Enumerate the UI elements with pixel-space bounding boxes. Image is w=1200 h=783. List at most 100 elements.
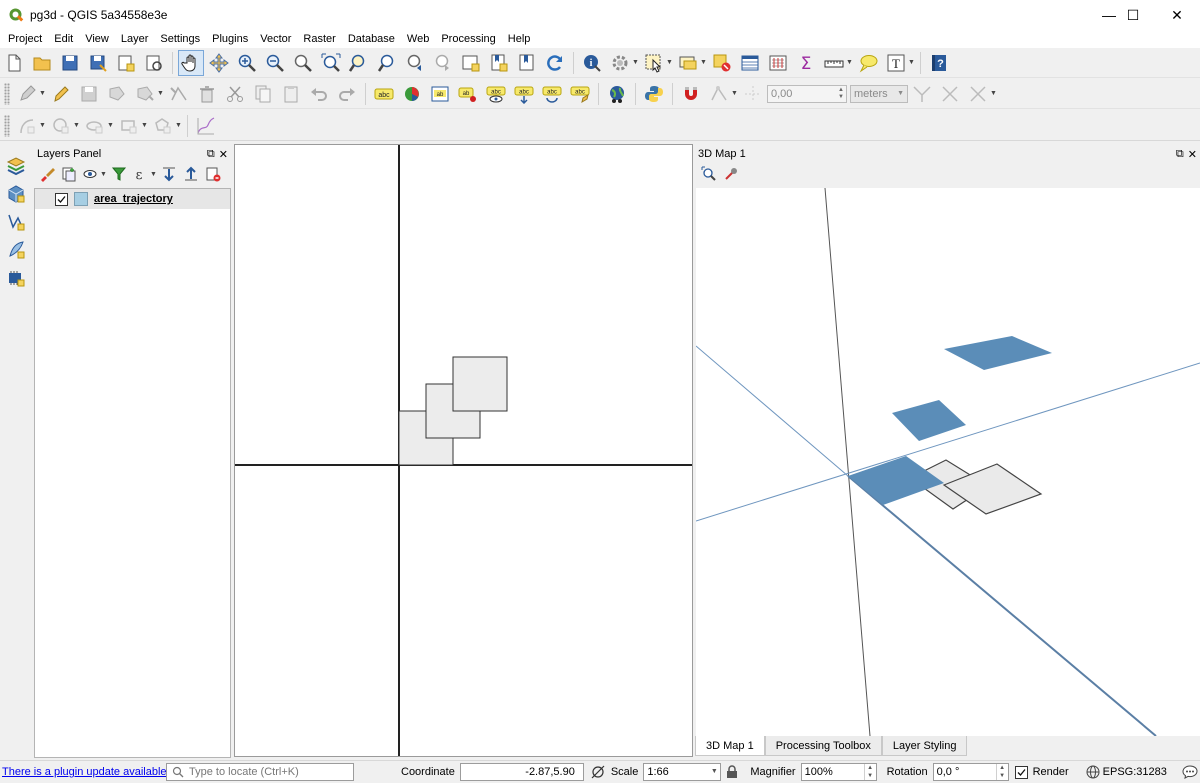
- text-annotation-button[interactable]: T: [883, 50, 909, 76]
- chevron-down-icon[interactable]: ▼: [990, 90, 998, 97]
- menu-web[interactable]: Web: [401, 30, 435, 48]
- add-regular-polygon-button[interactable]: [150, 113, 176, 139]
- chevron-down-icon[interactable]: ▼: [39, 122, 47, 129]
- change-label-button[interactable]: abc: [567, 81, 593, 107]
- zoom-selection-button[interactable]: [346, 50, 372, 76]
- select-features-button[interactable]: [641, 50, 667, 76]
- polygon-feature-3d[interactable]: [848, 456, 944, 505]
- spin-arrows-icon[interactable]: ▲ ▼: [995, 764, 1008, 780]
- chevron-down-icon[interactable]: ▼: [157, 90, 165, 97]
- show-bookmarks-button[interactable]: [514, 50, 540, 76]
- snapping-mode-button[interactable]: [706, 81, 732, 107]
- chevron-down-icon[interactable]: ▼: [141, 122, 149, 129]
- chevron-down-icon[interactable]: ▼: [175, 122, 183, 129]
- zoom-full-3d-button[interactable]: [699, 164, 719, 184]
- deselect-all-button[interactable]: [709, 50, 735, 76]
- new-spatialite-layer-button[interactable]: [3, 237, 29, 263]
- menu-plugins[interactable]: Plugins: [206, 30, 254, 48]
- layer-labeling-button[interactable]: abc: [371, 81, 397, 107]
- crs-label[interactable]: EPSG:31283: [1103, 766, 1167, 778]
- polygon-feature-3d[interactable]: [944, 336, 1052, 370]
- chevron-down-icon[interactable]: ▼: [39, 90, 47, 97]
- add-ellipse-button[interactable]: [82, 113, 108, 139]
- move-feature-button[interactable]: [132, 81, 158, 107]
- pan-map-button[interactable]: [178, 49, 204, 76]
- chevron-down-icon[interactable]: ▼: [908, 59, 916, 66]
- close-button[interactable]: ✕: [1154, 0, 1200, 30]
- new-memory-layer-button[interactable]: [3, 265, 29, 291]
- rotation-spinbox[interactable]: 0,0 ° ▲ ▼: [932, 763, 1009, 781]
- filter-legend-button[interactable]: [109, 164, 129, 184]
- digitize-with-curve-button[interactable]: [193, 113, 219, 139]
- chevron-down-icon[interactable]: ▼: [666, 59, 674, 66]
- float-panel-icon[interactable]: ⧉: [207, 148, 215, 161]
- identify-button[interactable]: i: [579, 50, 605, 76]
- menu-edit[interactable]: Edit: [48, 30, 79, 48]
- coordinate-field[interactable]: -2.87,5.90: [459, 763, 584, 781]
- menu-settings[interactable]: Settings: [154, 30, 206, 48]
- statistics-button[interactable]: Σ: [793, 50, 819, 76]
- add-circle-button[interactable]: [48, 113, 74, 139]
- float-panel-icon[interactable]: ⧉: [1176, 148, 1184, 161]
- zoom-in-button[interactable]: [234, 50, 260, 76]
- map3d-view[interactable]: [696, 188, 1200, 736]
- toolbar-handle[interactable]: [4, 82, 10, 105]
- layer-tree-item[interactable]: area_trajectory: [35, 189, 230, 209]
- pan-to-selection-button[interactable]: [206, 50, 232, 76]
- copy-features-button[interactable]: [250, 81, 276, 107]
- attribute-table-button[interactable]: [737, 50, 763, 76]
- identify-3d-button[interactable]: [721, 164, 741, 184]
- new-bookmark-button[interactable]: [486, 50, 512, 76]
- chevron-down-icon[interactable]: ▼: [700, 59, 708, 66]
- polygon-feature-3d[interactable]: [892, 400, 966, 441]
- python-console-button[interactable]: [641, 81, 667, 107]
- globe-icon[interactable]: [1086, 765, 1100, 779]
- chevron-down-icon[interactable]: ▼: [107, 122, 115, 129]
- menu-database[interactable]: Database: [342, 30, 401, 48]
- menu-raster[interactable]: Raster: [297, 30, 341, 48]
- save-edits-button[interactable]: [76, 81, 102, 107]
- collapse-all-button[interactable]: [181, 164, 201, 184]
- snapping-type-button[interactable]: [740, 81, 766, 107]
- select-by-value-button[interactable]: [675, 50, 701, 76]
- add-rectangle-button[interactable]: [116, 113, 142, 139]
- chevron-down-icon[interactable]: ▼: [846, 59, 854, 66]
- zoom-out-button[interactable]: [262, 50, 288, 76]
- menu-layer[interactable]: Layer: [115, 30, 155, 48]
- chevron-down-icon[interactable]: ▼: [731, 90, 739, 97]
- chevron-down-icon[interactable]: ▼: [150, 171, 158, 178]
- zoom-layer-button[interactable]: [374, 50, 400, 76]
- layer-diagram-button[interactable]: [399, 81, 425, 107]
- expand-all-button[interactable]: [159, 164, 179, 184]
- menu-vector[interactable]: Vector: [254, 30, 297, 48]
- add-group-button[interactable]: [59, 164, 79, 184]
- snapping-tolerance-spinbox[interactable]: 0,00 ▲ ▼: [767, 84, 847, 103]
- tab-3d-map[interactable]: 3D Map 1: [695, 736, 765, 756]
- chevron-down-icon[interactable]: ▼: [100, 171, 108, 178]
- locator-search[interactable]: Type to locate (Ctrl+K): [166, 763, 354, 781]
- filter-by-expression-button[interactable]: ε: [131, 164, 151, 184]
- close-panel-icon[interactable]: ✕: [219, 148, 228, 161]
- save-as-button[interactable]: [85, 50, 111, 76]
- polygon-feature[interactable]: [452, 356, 508, 412]
- menu-view[interactable]: View: [79, 30, 115, 48]
- save-project-button[interactable]: [57, 50, 83, 76]
- action-button[interactable]: [607, 50, 633, 76]
- measure-button[interactable]: [821, 50, 847, 76]
- plugin-update-link[interactable]: There is a plugin update available: [2, 766, 167, 778]
- render-checkbox[interactable]: [1014, 765, 1028, 779]
- layout-manager-button[interactable]: [141, 50, 167, 76]
- undo-button[interactable]: [306, 81, 332, 107]
- open-project-button[interactable]: [29, 50, 55, 76]
- help-button[interactable]: ?: [926, 50, 952, 76]
- toggle-editing-button[interactable]: [48, 81, 74, 107]
- delete-selected-button[interactable]: [194, 81, 220, 107]
- move-label-button[interactable]: abc: [511, 81, 537, 107]
- maximize-button[interactable]: ☐: [1110, 0, 1156, 30]
- vertex-tool-button[interactable]: [166, 81, 192, 107]
- magnifier-spinbox[interactable]: 100% ▲ ▼: [800, 763, 877, 781]
- tracing-button[interactable]: [965, 81, 991, 107]
- field-calculator-button[interactable]: [765, 50, 791, 76]
- toggle-extents-icon[interactable]: [590, 764, 606, 780]
- new-print-layout-button[interactable]: [113, 50, 139, 76]
